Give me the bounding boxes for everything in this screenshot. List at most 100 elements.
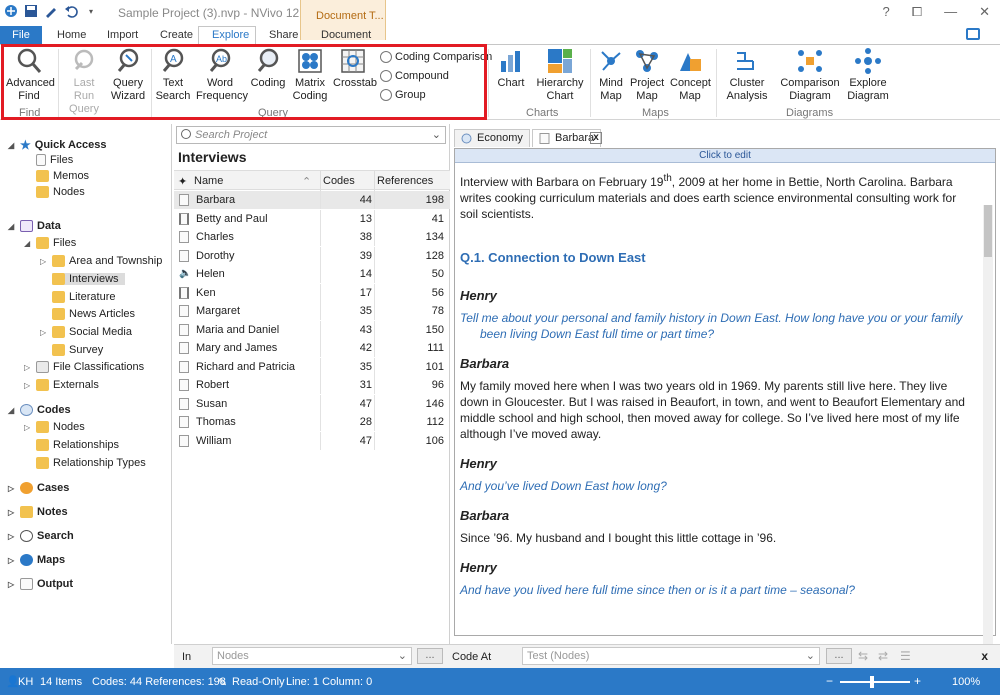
nav-data[interactable]: ◢ Data bbox=[8, 220, 61, 232]
undo-icon[interactable] bbox=[64, 4, 78, 18]
table-row[interactable]: Barbara 44 198 bbox=[174, 191, 450, 209]
nav-interviews[interactable]: Interviews bbox=[52, 273, 125, 285]
tab-import[interactable]: Import bbox=[107, 29, 138, 41]
table-row[interactable]: Ken 17 56 bbox=[174, 283, 450, 302]
nav-files[interactable]: ◢ Files bbox=[24, 237, 76, 249]
table-row[interactable]: 🔈 Helen 14 50 bbox=[174, 265, 450, 283]
table-row[interactable]: Robert 31 96 bbox=[174, 376, 450, 394]
expand-icon[interactable]: ▷ bbox=[8, 556, 16, 565]
tab-home[interactable]: Home bbox=[57, 29, 86, 41]
nav-search[interactable]: ▷ Search bbox=[8, 530, 74, 542]
click-to-edit-bar[interactable]: Click to edit bbox=[455, 149, 995, 163]
tab-file[interactable]: File bbox=[0, 26, 42, 44]
zoom-slider[interactable] bbox=[840, 681, 910, 683]
code-icon[interactable]: ⇆ bbox=[858, 649, 868, 663]
nav-area-township[interactable]: ▷ Area and Township bbox=[40, 255, 162, 267]
code-in-vivo-icon[interactable]: ☰ bbox=[900, 649, 911, 663]
expand-icon[interactable]: ▷ bbox=[24, 381, 32, 390]
edit-pencil-icon[interactable] bbox=[44, 4, 58, 18]
collapse-icon[interactable]: ◢ bbox=[8, 141, 16, 150]
comparison-diagram-button[interactable]: Comparison Diagram bbox=[780, 47, 840, 103]
project-map-button[interactable]: Project Map bbox=[630, 47, 664, 103]
collapse-icon[interactable]: ◢ bbox=[8, 406, 16, 415]
zoom-in-icon[interactable]: + bbox=[914, 674, 921, 688]
nav-externals[interactable]: ▷ Externals bbox=[24, 379, 99, 391]
tab-share[interactable]: Share bbox=[269, 29, 298, 41]
table-row[interactable]: William 47 106 bbox=[174, 431, 450, 450]
expand-icon[interactable]: ▷ bbox=[8, 580, 16, 589]
tab-economy[interactable]: Economy bbox=[454, 129, 530, 147]
table-row[interactable]: Susan 47 146 bbox=[174, 394, 450, 413]
uncode-icon[interactable]: ⇄ bbox=[878, 649, 888, 663]
comment-icon[interactable] bbox=[966, 28, 980, 40]
table-row[interactable]: Maria and Daniel 43 150 bbox=[174, 320, 450, 339]
nav-codes[interactable]: ◢ Codes bbox=[8, 404, 71, 416]
close-tab-button[interactable]: x bbox=[590, 132, 602, 144]
table-row[interactable]: Margaret 35 78 bbox=[174, 302, 450, 320]
nav-news-articles[interactable]: News Articles bbox=[52, 308, 135, 320]
nav-notes[interactable]: ▷ Notes bbox=[8, 506, 68, 518]
nav-quick-access[interactable]: ◢ ★ Quick Access bbox=[8, 138, 107, 152]
zoom-out-icon[interactable]: − bbox=[826, 674, 833, 688]
hierarchy-chart-button[interactable]: Hierarchy Chart bbox=[536, 47, 584, 103]
mind-map-button[interactable]: Mind Map bbox=[596, 47, 626, 103]
nav-file-classifications[interactable]: ▷ File Classifications bbox=[24, 361, 144, 373]
tab-document[interactable]: Document bbox=[321, 29, 371, 41]
nav-literature[interactable]: Literature bbox=[52, 291, 115, 303]
nav-social-media[interactable]: ▷ Social Media bbox=[40, 326, 132, 338]
in-browse-button[interactable]: ... bbox=[417, 648, 443, 664]
cell-codes: 14 bbox=[359, 268, 372, 280]
nvivo-logo-icon[interactable] bbox=[4, 4, 18, 18]
minimize-button[interactable]: — bbox=[944, 4, 957, 20]
nav-survey[interactable]: Survey bbox=[52, 344, 103, 356]
document-content[interactable]: Interview with Barbara on February 19th,… bbox=[460, 171, 975, 608]
nav-relationships[interactable]: Relationships bbox=[36, 439, 119, 451]
expand-icon[interactable]: ▷ bbox=[40, 257, 48, 266]
explore-diagram-button[interactable]: Explore Diagram bbox=[846, 47, 890, 103]
cluster-analysis-button[interactable]: Cluster Analysis bbox=[722, 47, 772, 103]
nav-qa-nodes[interactable]: Nodes bbox=[36, 186, 85, 198]
search-project-input[interactable]: Search Project ⌄ bbox=[176, 126, 446, 144]
table-row[interactable]: Charles 38 134 bbox=[174, 228, 450, 246]
table-row[interactable]: Dorothy 39 128 bbox=[174, 246, 450, 265]
expand-icon[interactable]: ▷ bbox=[24, 423, 32, 432]
table-row[interactable]: Mary and James 42 111 bbox=[174, 339, 450, 357]
nav-output[interactable]: ▷ Output bbox=[8, 578, 73, 590]
in-nodes-select[interactable]: Nodes ⌄ bbox=[212, 647, 412, 665]
scrollbar-thumb[interactable] bbox=[984, 205, 992, 257]
expand-icon[interactable]: ▷ bbox=[24, 363, 32, 372]
qat-dropdown-icon[interactable]: ▾ bbox=[84, 4, 98, 18]
tab-explore[interactable]: Explore bbox=[212, 29, 249, 41]
nav-relationship-types[interactable]: Relationship Types bbox=[36, 457, 146, 469]
close-coding-bar-button[interactable]: x bbox=[981, 649, 988, 663]
col-name-header[interactable]: Name bbox=[194, 175, 223, 187]
nav-codes-nodes[interactable]: ▷ Nodes bbox=[24, 421, 85, 433]
collapse-icon[interactable]: ◢ bbox=[24, 239, 32, 248]
expand-icon[interactable]: ▷ bbox=[40, 328, 48, 337]
table-row[interactable]: Betty and Paul 13 41 bbox=[174, 209, 450, 228]
chart-button[interactable]: Chart bbox=[494, 47, 528, 90]
nav-maps[interactable]: ▷ Maps bbox=[8, 554, 65, 566]
nav-qa-files[interactable]: Files bbox=[36, 154, 73, 166]
expand-icon[interactable]: ▷ bbox=[8, 484, 16, 493]
code-at-select[interactable]: Test (Nodes) ⌄ bbox=[522, 647, 820, 665]
concept-map-button[interactable]: Concept Map bbox=[670, 47, 711, 103]
restore-button[interactable]: ⧠ bbox=[912, 4, 922, 20]
close-button[interactable]: ✕ bbox=[979, 4, 990, 20]
nav-qa-memos[interactable]: Memos bbox=[36, 170, 89, 182]
tab-create[interactable]: Create bbox=[160, 29, 193, 41]
chevron-down-icon[interactable]: ⌄ bbox=[432, 127, 441, 143]
vertical-scrollbar[interactable] bbox=[983, 205, 993, 649]
col-codes-header[interactable]: Codes bbox=[323, 175, 355, 187]
expand-icon[interactable]: ▷ bbox=[8, 508, 16, 517]
collapse-icon[interactable]: ◢ bbox=[8, 222, 16, 231]
zoom-slider-thumb[interactable] bbox=[870, 676, 874, 688]
expand-icon[interactable]: ▷ bbox=[8, 532, 16, 541]
table-row[interactable]: Thomas 28 112 bbox=[174, 413, 450, 431]
table-row[interactable]: Richard and Patricia 35 101 bbox=[174, 357, 450, 376]
help-button[interactable]: ? bbox=[882, 4, 889, 20]
col-refs-header[interactable]: References bbox=[377, 175, 433, 187]
nav-cases[interactable]: ▷ Cases bbox=[8, 482, 69, 494]
save-icon[interactable] bbox=[24, 4, 38, 18]
code-at-browse-button[interactable]: ... bbox=[826, 648, 852, 664]
